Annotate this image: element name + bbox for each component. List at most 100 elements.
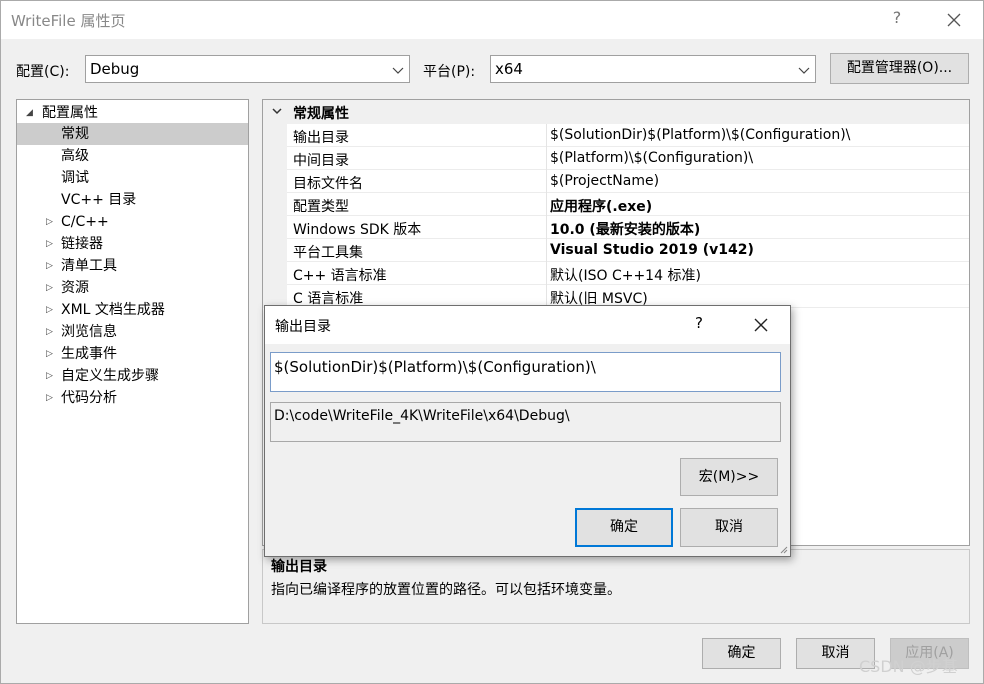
config-value: Debug [90,60,140,78]
property-name: 中间目录 [293,153,349,169]
close-button[interactable] [939,5,969,35]
column-divider [546,262,547,285]
tree-item-build-events[interactable]: ▷ 生成事件 [17,343,248,365]
column-divider [546,170,547,193]
title-bar: WriteFile 属性页 ? [1,1,983,39]
output-directory-text: $(SolutionDir)$(Platform)\$(Configuratio… [274,358,596,376]
expand-triangle-icon[interactable]: ▷ [46,233,58,255]
dialog-cancel-button[interactable]: 取消 [680,508,778,547]
chevron-down-icon [392,67,404,74]
tree-item-linker[interactable]: ▷ 链接器 [17,233,248,255]
tree-item-manifest-tool[interactable]: ▷ 清单工具 [17,255,248,277]
property-row[interactable]: 输出目录 $(SolutionDir)$(Platform)\$(Configu… [263,124,969,147]
collapse-chevron-icon[interactable] [271,102,283,123]
property-value[interactable]: Visual Studio 2019 (v142) [550,242,754,258]
dialog-title-bar: 输出目录 ? [265,306,790,344]
property-value[interactable]: $(Platform)\$(Configuration)\ [550,150,753,166]
property-value[interactable]: 应用程序(.exe) [550,196,652,216]
tree-item-label: 配置属性 [42,105,98,121]
row-gutter [263,170,287,193]
property-name: 目标文件名 [293,176,363,192]
window-title: WriteFile 属性页 [11,12,126,30]
property-value[interactable]: 10.0 (最新安装的版本) [550,219,700,239]
tree-item-label: 资源 [61,280,89,296]
tree-item-debugging[interactable]: 调试 [17,167,248,189]
column-divider [546,147,547,170]
description-text: 指向已编译程序的放置位置的路径。可以包括环境变量。 [271,582,621,598]
collapse-triangle-icon[interactable]: ◢ [26,102,38,124]
property-name: 输出目录 [293,130,349,146]
row-gutter [263,147,287,170]
column-divider [546,193,547,216]
tree-item-label: 代码分析 [61,390,117,406]
platform-label: 平台(P): [423,64,476,80]
watermark: CSDN @步基 [859,657,958,676]
platform-value: x64 [495,60,523,78]
tree-item-label: 清单工具 [61,258,117,274]
tree-root-config-properties[interactable]: ◢ 配置属性 [17,102,248,124]
expand-triangle-icon[interactable]: ▷ [46,321,58,343]
config-dropdown[interactable]: Debug [85,55,410,83]
property-value[interactable]: $(ProjectName) [550,173,659,189]
expand-triangle-icon[interactable]: ▷ [46,343,58,365]
property-row[interactable]: 目标文件名 $(ProjectName) [263,170,969,193]
help-button[interactable]: ? [887,8,907,32]
column-divider [546,216,547,239]
close-icon [947,13,961,27]
evaluated-value-box: D:\code\WriteFile_4K\WriteFile\x64\Debug… [270,402,781,442]
expand-triangle-icon[interactable]: ▷ [46,299,58,321]
property-row[interactable]: 平台工具集 Visual Studio 2019 (v142) [263,239,969,262]
property-section-header[interactable]: 常规属性 [263,100,969,124]
tree-item-vc-directories[interactable]: VC++ 目录 [17,189,248,211]
column-divider [546,124,547,147]
expand-triangle-icon[interactable]: ▷ [46,255,58,277]
property-name: Windows SDK 版本 [293,222,422,238]
property-value[interactable]: 默认(ISO C++14 标准) [550,265,701,285]
tree-item-xml-doc-generator[interactable]: ▷ XML 文档生成器 [17,299,248,321]
tree-item-label: 浏览信息 [61,324,117,340]
tree-item-resources[interactable]: ▷ 资源 [17,277,248,299]
category-tree: ◢ 配置属性 常规 高级 调试 VC++ 目录 ▷ C/C++ ▷ 链接器 ▷ … [16,99,249,624]
description-title: 输出目录 [271,559,327,575]
tree-item-c-cpp[interactable]: ▷ C/C++ [17,211,248,233]
property-row[interactable]: C++ 语言标准 默认(ISO C++14 标准) [263,262,969,285]
config-label: 配置(C): [16,64,70,80]
expand-triangle-icon[interactable]: ▷ [46,211,58,233]
property-row[interactable]: Windows SDK 版本 10.0 (最新安装的版本) [263,216,969,239]
expand-triangle-icon[interactable]: ▷ [46,387,58,409]
tree-item-label: 调试 [61,170,89,186]
tree-item-custom-build-step[interactable]: ▷ 自定义生成步骤 [17,365,248,387]
property-name: 平台工具集 [293,245,363,261]
dialog-ok-button[interactable]: 确定 [575,508,673,547]
platform-dropdown[interactable]: x64 [490,55,816,83]
expand-triangle-icon[interactable]: ▷ [46,365,58,387]
macros-button[interactable]: 宏(M)>> [680,458,778,496]
resize-grip-icon[interactable] [778,544,788,554]
tree-item-general[interactable]: 常规 [17,123,248,145]
dialog-close-button[interactable] [749,313,773,337]
ok-button[interactable]: 确定 [702,638,781,669]
tree-item-code-analysis[interactable]: ▷ 代码分析 [17,387,248,409]
dialog-help-button[interactable]: ? [695,314,703,332]
dialog-title: 输出目录 [275,319,331,335]
expand-triangle-icon[interactable]: ▷ [46,277,58,299]
property-row[interactable]: 配置类型 应用程序(.exe) [263,193,969,216]
output-directory-dialog: 输出目录 ? $(SolutionDir)$(Platform)\$(Confi… [264,305,791,557]
chevron-down-icon [798,67,810,74]
tree-item-advanced[interactable]: 高级 [17,145,248,167]
close-icon [754,318,768,332]
row-gutter [263,262,287,285]
description-pane: 输出目录 指向已编译程序的放置位置的路径。可以包括环境变量。 [262,549,970,624]
property-name: 配置类型 [293,199,349,215]
tree-item-label: C/C++ [61,214,109,230]
tree-item-label: 生成事件 [61,346,117,362]
tree-item-browse-information[interactable]: ▷ 浏览信息 [17,321,248,343]
output-directory-input[interactable]: $(SolutionDir)$(Platform)\$(Configuratio… [270,352,781,392]
tree-item-label: 链接器 [61,236,103,252]
row-gutter [263,239,287,262]
property-row[interactable]: 中间目录 $(Platform)\$(Configuration)\ [263,147,969,170]
column-divider [546,239,547,262]
config-manager-button[interactable]: 配置管理器(O)... [830,53,969,84]
property-value[interactable]: $(SolutionDir)$(Platform)\$(Configuratio… [550,127,850,143]
section-title: 常规属性 [293,106,349,122]
